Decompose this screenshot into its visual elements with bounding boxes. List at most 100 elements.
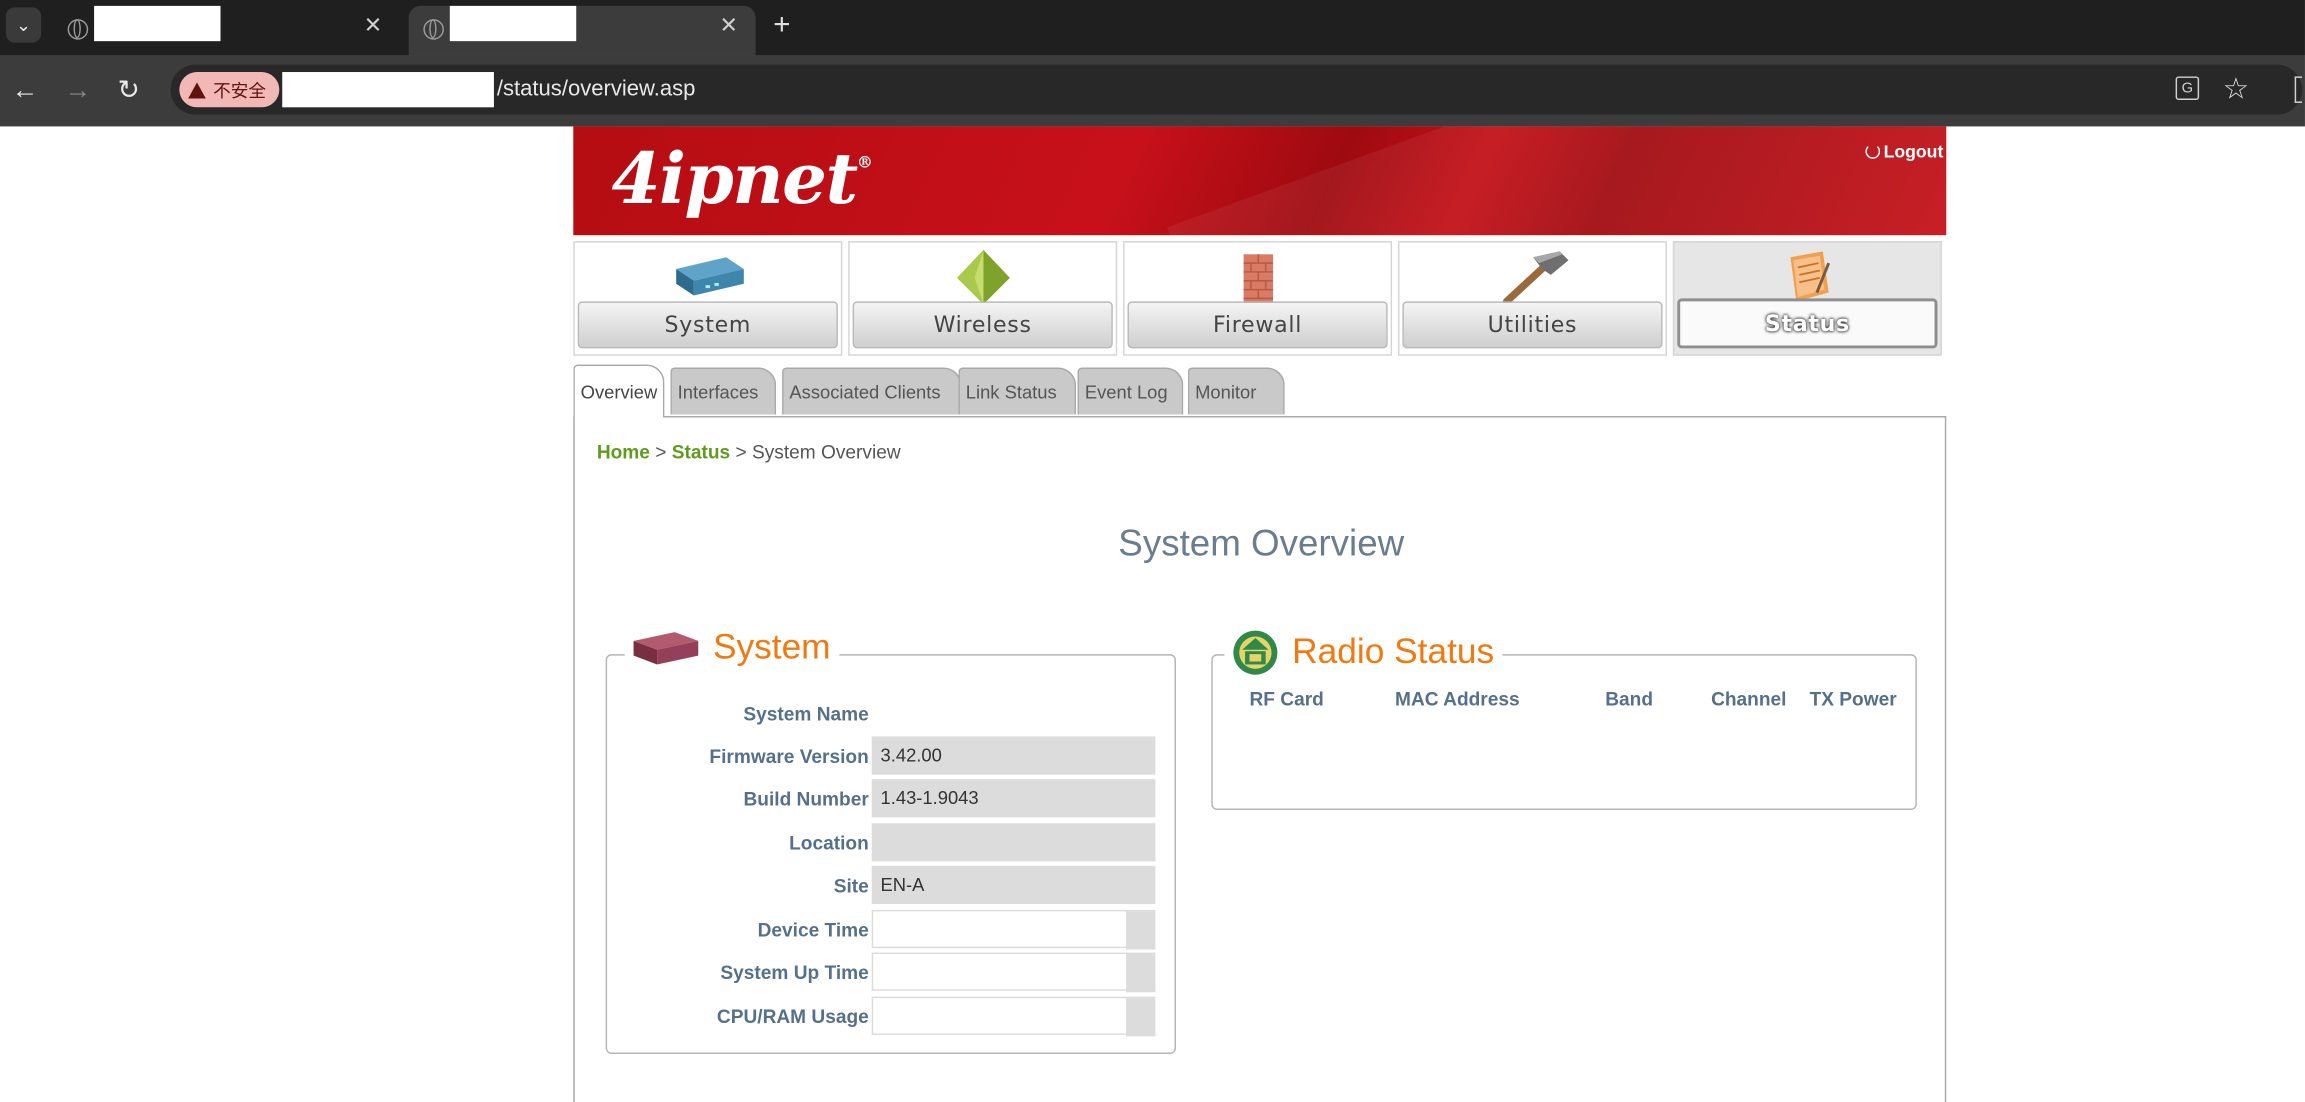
menu-label-wireless: Wireless <box>852 301 1113 349</box>
label-location: Location <box>789 832 869 855</box>
sys-row-site: Site EN-A <box>607 865 1177 905</box>
reload-icon[interactable]: ↻ <box>118 75 140 104</box>
col-rf-card: RF Card <box>1249 687 1324 711</box>
tab-title-redacted <box>449 5 577 42</box>
page-header: 4ipnet® Logout <box>573 126 1947 236</box>
value-firmware-version: 3.42.00 <box>871 736 1156 775</box>
system-legend: System <box>624 626 840 671</box>
menu-label-status: Status <box>1677 298 1938 349</box>
not-secure-chip[interactable]: 不安全 <box>179 72 280 108</box>
label-site: Site <box>833 874 869 897</box>
sys-row-system-name: System Name <box>607 694 1177 732</box>
hammer-icon <box>1502 251 1568 306</box>
value-cpu-ram-usage <box>871 996 1156 1037</box>
main-menu: System Wireless Firewall Utilities Statu… <box>573 241 1946 359</box>
header-swoosh <box>1167 126 1947 236</box>
radio-status-legend: Radio Status <box>1224 626 1503 680</box>
side-panel-icon[interactable] <box>2294 76 2303 103</box>
content-panel: Home > Status > System Overview System O… <box>573 416 1947 1102</box>
tab-interfaces[interactable]: Interfaces <box>670 367 777 415</box>
menu-label-utilities: Utilities <box>1402 301 1663 349</box>
brand-logo: 4ipnet® <box>611 138 873 221</box>
tab-event-log[interactable]: Event Log <box>1077 367 1184 415</box>
breadcrumb-separator: > <box>655 441 667 464</box>
device-icon <box>633 632 699 665</box>
label-cpu-ram-usage: CPU/RAM Usage <box>716 1005 869 1028</box>
logout-label: Logout <box>1883 141 1944 162</box>
label-device-time: Device Time <box>757 918 869 941</box>
value-device-time <box>871 909 1156 950</box>
col-tx-power: TX Power <box>1809 687 1897 711</box>
subtab-bar: Overview Interfaces Associated Clients L… <box>573 364 1946 418</box>
menu-item-status[interactable]: Status <box>1672 241 1942 356</box>
tab-search-button[interactable]: ⌄ <box>5 7 42 43</box>
breadcrumb-home[interactable]: Home <box>597 441 650 463</box>
radio-status-panel: Radio Status RF Card MAC Address Band Ch… <box>1211 626 1917 810</box>
forward-arrow-icon[interactable]: → <box>65 75 91 104</box>
close-tab-icon[interactable]: ✕ <box>364 12 382 38</box>
new-tab-button[interactable]: + <box>773 9 790 43</box>
radio-antenna-icon <box>1233 630 1278 675</box>
sys-row-device-time: Device Time <box>607 909 1177 950</box>
globe-icon <box>67 19 89 40</box>
system-panel: System System Name Firmware Version 3.42… <box>605 626 1177 1054</box>
tab-associated-clients[interactable]: Associated Clients <box>782 367 962 415</box>
menu-item-firewall[interactable]: Firewall <box>1123 241 1393 356</box>
sys-row-firmware: Firmware Version 3.42.00 <box>607 736 1177 775</box>
radio-status-legend-label: Radio Status <box>1292 632 1495 672</box>
not-secure-label: 不安全 <box>213 80 267 101</box>
breadcrumb-status[interactable]: Status <box>672 441 730 463</box>
sys-row-location: Location <box>607 823 1177 862</box>
value-build-number: 1.43-1.9043 <box>871 779 1156 818</box>
page-title: System Overview <box>1118 523 1405 565</box>
url-host-redacted <box>282 72 494 108</box>
breadcrumb-current: System Overview <box>751 441 901 464</box>
browser-tab-active[interactable]: ✕ <box>408 5 756 56</box>
logout-link[interactable]: Logout <box>1865 141 1944 162</box>
col-mac-address: MAC Address <box>1395 687 1520 711</box>
col-channel: Channel <box>1711 687 1787 711</box>
globe-icon <box>423 19 444 40</box>
sys-row-build: Build Number 1.43-1.9043 <box>607 779 1177 818</box>
sys-row-uptime: System Up Time <box>607 952 1177 993</box>
sys-row-cpu-ram: CPU/RAM Usage <box>607 996 1177 1037</box>
tab-link-status[interactable]: Link Status <box>958 367 1077 415</box>
tab-overview[interactable]: Overview <box>573 364 665 418</box>
address-bar[interactable]: 不安全 /status/overview.asp G ☆ <box>170 64 2303 115</box>
menu-item-system[interactable]: System <box>573 241 843 356</box>
logo-text: 4ipnet <box>611 138 859 221</box>
menu-label-firewall: Firewall <box>1127 301 1388 349</box>
value-system-name <box>872 694 1156 732</box>
tab-title-redacted <box>94 5 221 42</box>
value-site: EN-A <box>871 865 1156 905</box>
breadcrumb: Home > Status > System Overview <box>597 441 901 463</box>
pyramid-icon <box>956 249 1010 305</box>
browser-tabstrip: ⌄ ✕ ✕ + <box>0 0 2305 56</box>
browser-tab[interactable]: ✕ <box>53 5 400 56</box>
bookmark-star-icon[interactable]: ☆ <box>2223 71 2249 108</box>
url-path[interactable]: /status/overview.asp <box>497 76 696 101</box>
menu-item-utilities[interactable]: Utilities <box>1397 241 1667 356</box>
brick-wall-icon <box>1242 254 1273 305</box>
label-firmware-version: Firmware Version <box>709 745 869 768</box>
warning-icon <box>188 81 206 98</box>
menu-item-wireless[interactable]: Wireless <box>848 241 1118 356</box>
label-build-number: Build Number <box>743 787 869 810</box>
menu-label-system: System <box>577 301 838 349</box>
label-system-up-time: System Up Time <box>720 961 869 984</box>
value-location <box>871 823 1156 862</box>
web-page: 4ipnet® Logout System Wireless Firewall … <box>573 126 1947 1102</box>
close-tab-icon[interactable]: ✕ <box>719 12 737 38</box>
logo-registered-mark: ® <box>856 152 873 172</box>
system-legend-label: System <box>712 627 831 668</box>
translate-icon[interactable]: G <box>2175 76 2200 100</box>
power-icon <box>1865 144 1881 159</box>
col-band: Band <box>1605 687 1654 711</box>
label-system-name: System Name <box>743 702 869 725</box>
value-system-up-time <box>871 952 1156 993</box>
breadcrumb-separator: > <box>735 441 747 464</box>
router-icon <box>675 257 744 296</box>
tab-monitor[interactable]: Monitor <box>1187 367 1285 415</box>
browser-toolbar: ← → ↻ 不安全 /status/overview.asp G ☆ <box>0 55 2305 127</box>
back-arrow-icon[interactable]: ← <box>12 75 38 104</box>
